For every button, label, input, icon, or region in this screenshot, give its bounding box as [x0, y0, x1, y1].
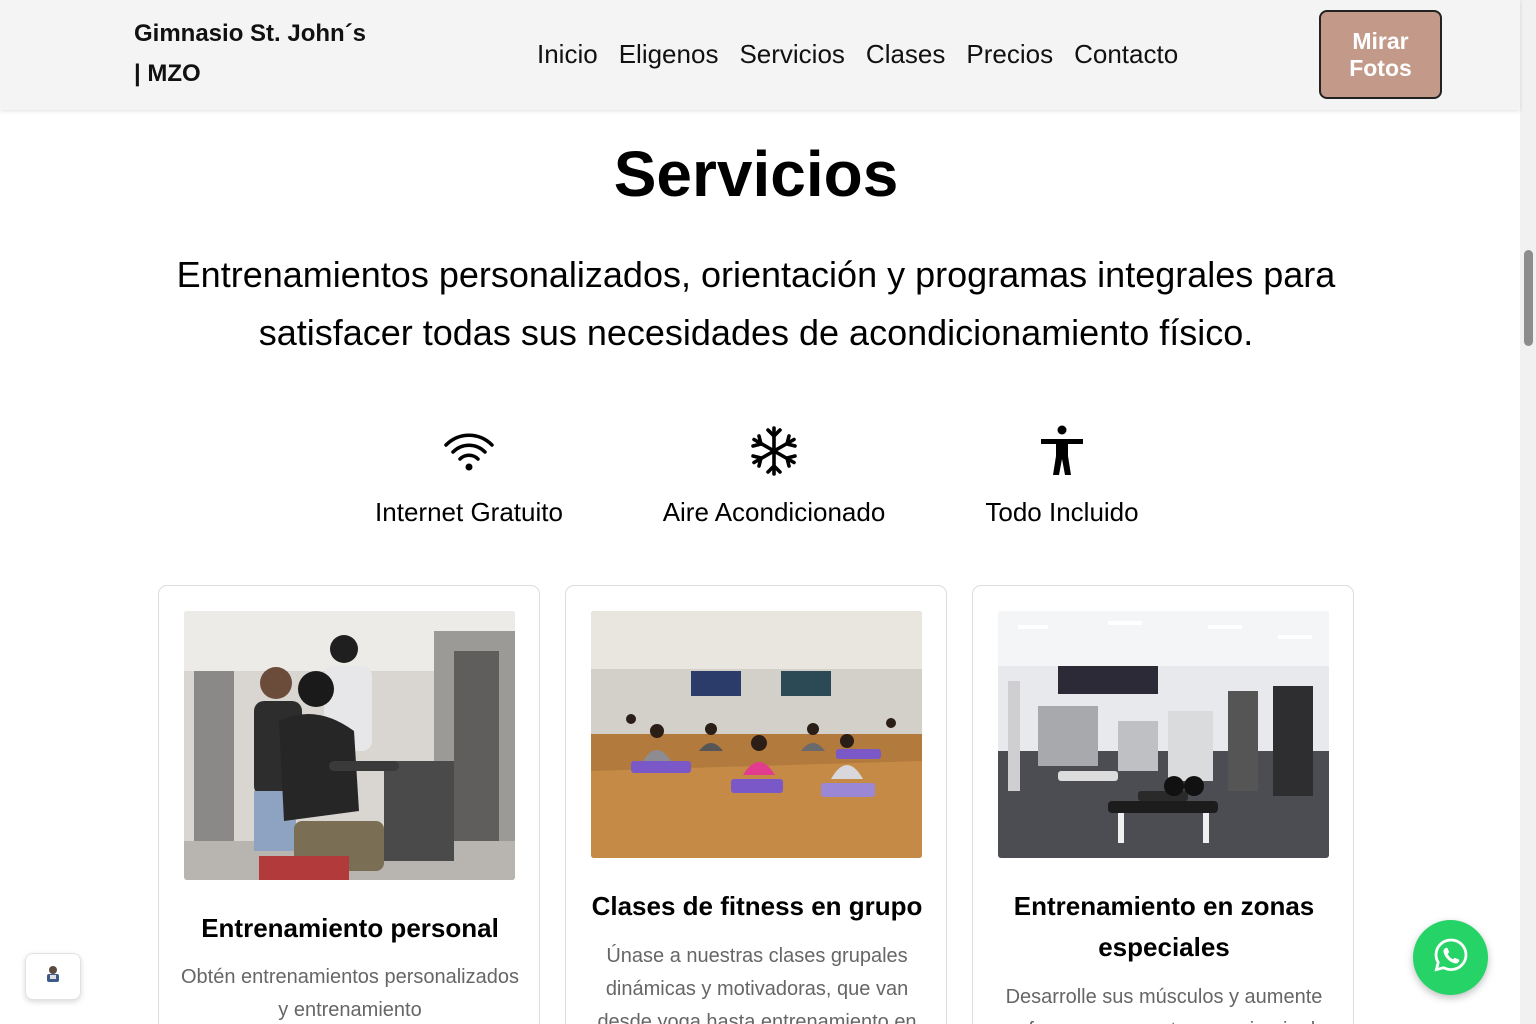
cta-line-2: Fotos	[1349, 54, 1412, 81]
person-avatar-icon	[44, 965, 62, 988]
feature-label: Aire Acondicionado	[662, 497, 886, 527]
whatsapp-chat-button[interactable]	[1413, 920, 1488, 995]
feature-all-inclusive: Todo Incluido	[972, 425, 1152, 530]
brand-line-2: | MZO	[134, 60, 201, 87]
card-title: Entrenamiento personal	[201, 913, 499, 943]
service-card-personal-training: Entrenamiento personal Obtén entrenamien…	[158, 585, 540, 1024]
feature-internet: Internet Gratuito	[369, 425, 569, 530]
nav-link-contacto[interactable]: Contacto	[1074, 34, 1178, 74]
section-subtitle: Entrenamientos personalizados, orientaci…	[176, 254, 1336, 353]
nav-link-servicios[interactable]: Servicios	[739, 34, 844, 74]
brand-logo-text[interactable]: Gimnasio St. John´s | MZO	[134, 14, 394, 94]
snowflake-icon	[654, 425, 894, 477]
whatsapp-icon	[1433, 937, 1469, 978]
service-card-group-fitness: Clases de fitness en grupo Únase a nuest…	[565, 585, 947, 1024]
gym-floor-photo	[998, 611, 1329, 858]
wifi-icon	[369, 425, 569, 477]
scrollbar-thumb[interactable]	[1524, 250, 1533, 346]
group-fitness-photo	[591, 611, 922, 858]
nav-link-precios[interactable]: Precios	[966, 34, 1053, 74]
nav-link-eligenos[interactable]: Eligenos	[619, 34, 719, 74]
card-title: Clases de fitness en grupo	[591, 891, 923, 921]
page-scrollbar[interactable]	[1520, 0, 1536, 1024]
navbar: Gimnasio St. John´s | MZO Inicio Eligeno…	[0, 0, 1520, 110]
section-title: Servicios	[613, 138, 899, 210]
card-title: Entrenamiento en zonas especiales	[1013, 891, 1315, 962]
cta-line-1: Mirar	[1352, 27, 1409, 54]
nav-link-inicio[interactable]: Inicio	[537, 34, 598, 74]
personal-training-photo	[184, 611, 515, 880]
accessibility-icon	[972, 425, 1152, 477]
nav-link-clases[interactable]: Clases	[866, 34, 945, 74]
feature-air-conditioning: Aire Acondicionado	[654, 425, 894, 530]
view-photos-button[interactable]: Mirar Fotos	[1319, 10, 1442, 99]
brand-line-1: Gimnasio St. John´s	[134, 20, 367, 47]
card-description: Obtén entrenamientos personalizados y en…	[181, 966, 519, 1021]
feature-label: Internet Gratuito	[375, 497, 563, 527]
main-nav: Inicio Eligenos Servicios Clases Precios…	[537, 34, 1199, 74]
feature-label: Todo Incluido	[985, 497, 1139, 527]
card-description: Desarrolle sus músculos y aumente su fue…	[1002, 986, 1327, 1024]
service-card-special-zones: Entrenamiento en zonas especiales Desarr…	[972, 585, 1354, 1024]
accessibility-widget-button[interactable]	[25, 953, 81, 1000]
card-description: Únase a nuestras clases grupales dinámic…	[597, 945, 917, 1024]
